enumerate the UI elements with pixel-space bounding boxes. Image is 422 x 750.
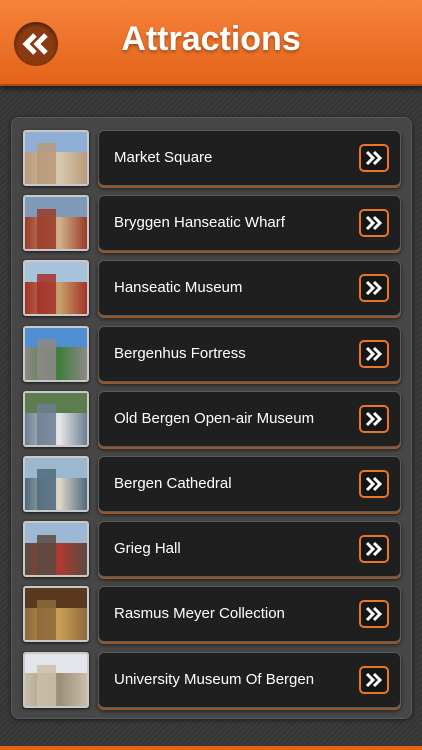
thumbnail-scene [25,608,87,641]
attraction-thumbnail[interactable] [23,651,89,708]
open-attraction-button[interactable] [359,470,389,498]
attraction-button[interactable]: Market Square [98,130,401,186]
open-attraction-button[interactable] [359,209,389,238]
open-attraction-button[interactable] [359,665,389,694]
attraction-button[interactable]: Hanseatic Museum [98,260,401,317]
attraction-label: Old Bergen Open-air Museum [114,409,315,427]
attraction-button[interactable]: University Museum Of Bergen [98,651,401,708]
thumbnail-building [37,273,56,315]
open-attraction-button[interactable] [359,144,389,172]
thumbnail-scene [25,542,87,576]
double-chevron-right-icon [365,216,383,231]
thumbnail-building [37,665,56,706]
thumbnail-building [37,404,56,445]
open-attraction-button[interactable] [359,600,389,629]
double-chevron-right-icon [365,346,383,361]
thumbnail-building [37,599,56,641]
thumbnail-scene [25,412,87,445]
attraction-row[interactable]: Bryggen Hanseatic Wharf [12,195,413,253]
thumbnail-scene [25,347,87,380]
attraction-thumbnail[interactable] [23,325,89,382]
attraction-thumbnail[interactable] [23,521,89,578]
double-chevron-right-icon [365,150,383,166]
attraction-row[interactable]: Hanseatic Museum [12,260,413,318]
open-attraction-button[interactable] [359,404,389,433]
header-bar: Attractions [0,0,422,86]
thumbnail-building [37,208,56,250]
attraction-button[interactable]: Old Bergen Open-air Museum [98,390,401,447]
attraction-button[interactable]: Rasmus Meyer Collection [98,586,401,643]
attraction-row[interactable]: Grieg Hall [12,521,413,579]
attraction-row[interactable]: Market Square [12,130,413,188]
attraction-label: Market Square [114,149,213,166]
thumbnail-building [37,339,56,380]
attraction-thumbnail[interactable] [23,456,89,512]
attraction-row[interactable]: Bergenhus Fortress [12,325,413,384]
page-title: Attractions [121,20,301,58]
attraction-button[interactable]: Bergen Cathedral [98,456,401,512]
attraction-label: Rasmus Meyer Collection [114,605,285,623]
thumbnail-scene [25,477,87,510]
attraction-row[interactable]: University Museum Of Bergen [12,651,413,710]
attraction-label: Hanseatic Museum [114,279,243,297]
open-attraction-button[interactable] [359,535,389,564]
open-attraction-button[interactable] [359,274,389,303]
attraction-button[interactable]: Bergenhus Fortress [98,325,401,382]
thumbnail-building [37,143,56,184]
footer-strip [0,746,422,750]
attraction-thumbnail[interactable] [23,586,89,643]
thumbnail-scene [25,151,87,184]
attraction-thumbnail[interactable] [23,390,89,447]
attraction-button[interactable]: Grieg Hall [98,521,401,578]
attraction-label: Bergen Cathedral [114,475,232,492]
attraction-row[interactable]: Rasmus Meyer Collection [12,586,413,644]
double-chevron-right-icon [365,607,383,622]
thumbnail-building [37,469,56,510]
attractions-list: Market Square Bryggen Hanseatic Wharf Hans… [11,117,412,719]
attraction-row[interactable]: Bergen Cathedral [12,456,413,514]
attraction-button[interactable]: Bryggen Hanseatic Wharf [98,195,401,252]
attraction-thumbnail[interactable] [23,130,89,186]
double-chevron-right-icon [365,411,383,426]
double-chevron-right-icon [365,542,383,557]
attraction-label: Grieg Hall [114,540,181,558]
thumbnail-building [37,534,56,576]
thumbnail-scene [25,282,87,315]
attraction-thumbnail[interactable] [23,195,89,252]
thumbnail-scene [25,673,87,706]
double-chevron-right-icon [365,476,383,492]
attraction-label: Bryggen Hanseatic Wharf [114,214,285,232]
attraction-row[interactable]: Old Bergen Open-air Museum [12,390,413,449]
attraction-thumbnail[interactable] [23,260,89,317]
open-attraction-button[interactable] [359,339,389,368]
thumbnail-scene [25,216,87,250]
double-chevron-right-icon [365,281,383,296]
attraction-label: University Museum Of Bergen [114,670,315,688]
attraction-label: Bergenhus Fortress [114,344,246,362]
double-chevron-right-icon [365,672,383,687]
